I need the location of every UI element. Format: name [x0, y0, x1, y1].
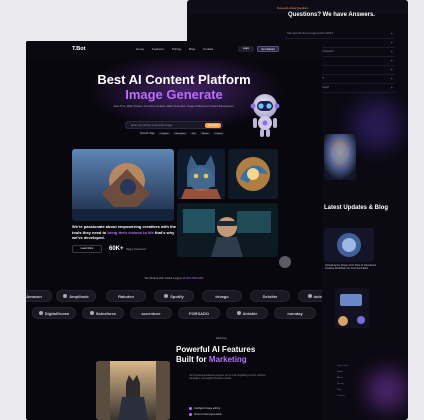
brand-logo: trivago: [202, 290, 242, 302]
trusted-brands-heading: We Worked With Global Largest 15,000+ BR…: [26, 277, 322, 280]
generate-button[interactable]: Generate: [205, 123, 221, 128]
prompt-search-bar: Enter your prompt to generate image Gene…: [125, 121, 223, 129]
features-title-line1: Powerful AI Features: [176, 345, 256, 354]
footer-link[interactable]: About: [337, 377, 343, 379]
hero-subtitle: Save Time, Write Smarter. AI Content Cre…: [113, 105, 235, 108]
landing-page-panel: T.Bot Home Features Pricing Blog Contact…: [26, 41, 322, 420]
features-title: Powerful AI Features Built for Marketing: [176, 345, 276, 365]
back-thumbnail: [324, 134, 356, 180]
faq-question: How does the Text to Image function Work…: [287, 32, 334, 35]
footer-link[interactable]: Blog: [337, 389, 341, 391]
features-image-cat-warrior: [96, 361, 170, 420]
brand-icon: [63, 294, 68, 298]
brand-icon: [164, 294, 169, 298]
blog-heading: Latest Updates & Blog: [324, 205, 389, 211]
brand-logo: FORSADO: [178, 307, 220, 319]
brand-logo: accenture: [130, 307, 172, 319]
features-description: Our AI-powered features empower you to c…: [189, 375, 266, 381]
login-button[interactable]: Login: [238, 46, 254, 52]
brand-logo: Amazon: [26, 290, 52, 302]
plus-icon: +: [390, 85, 393, 90]
features-title-accent: Marketing: [208, 355, 247, 364]
tags-label: Popular Tags:: [140, 132, 156, 135]
brand-logo: Spotify: [154, 290, 194, 302]
tag-chip[interactable]: Illustration: [173, 132, 188, 135]
footer-link[interactable]: Home: [337, 371, 343, 373]
brand-logo: monday: [274, 307, 316, 319]
trusted-text: We Worked With Global Largest: [144, 277, 183, 280]
plus-icon: +: [390, 76, 393, 81]
feature-list-item: Intelligent image editing: [189, 407, 220, 410]
background-glow: [352, 100, 402, 150]
hero-title: Best AI Content Platform: [97, 72, 251, 87]
brand-logo: dutch: [298, 290, 322, 302]
nav-link-blog[interactable]: Blog: [189, 47, 195, 51]
faq-item[interactable]: How does the Text to Image function Work…: [285, 31, 395, 39]
trusted-text-accent: 15,000+ BRANDS: [182, 277, 204, 280]
brand-logo: Salesforce: [82, 307, 124, 319]
customer-count-label: Happy Customers: [126, 248, 147, 251]
faq-heading: Questions? We have Answers.: [288, 12, 376, 18]
nav-link-home[interactable]: Home: [136, 47, 144, 51]
check-icon: [189, 407, 192, 410]
get-started-button[interactable]: Get Started: [257, 46, 279, 52]
tag-chip[interactable]: Creative: [158, 132, 171, 135]
features-label: Welcome: [216, 337, 227, 340]
tag-chip[interactable]: Portrait: [213, 132, 225, 135]
mission-text-accent: bring their visions to life: [107, 229, 154, 235]
popular-tags: Popular Tags: Creative Illustration Art …: [140, 132, 225, 135]
check-icon: [189, 413, 192, 416]
tag-chip[interactable]: Art: [190, 132, 198, 135]
back-avatars-card: [335, 288, 369, 328]
footer-link[interactable]: Contact: [337, 395, 345, 397]
brand-icon: [307, 294, 312, 298]
background-glow: [367, 370, 407, 410]
mission-statement: We're passionate about empowering creati…: [72, 224, 180, 241]
faq-label: Frequently Asked Questions: [277, 7, 309, 10]
gallery-image-cat[interactable]: [177, 149, 225, 199]
brand-logo: Airtable: [226, 307, 268, 319]
robot-mascot-image: [248, 92, 282, 138]
logo[interactable]: T.Bot: [72, 46, 85, 52]
nav-link-features[interactable]: Features: [152, 47, 164, 51]
brand-icon: [89, 311, 94, 315]
blog-card-title[interactable]: Unlocking the Power of AI: How AI Transf…: [325, 264, 385, 271]
plus-icon: +: [390, 40, 393, 45]
plus-icon: +: [390, 58, 393, 63]
brand-icon: [38, 311, 43, 315]
customer-count: 60K+: [109, 246, 124, 252]
brand-logo: Deloitte: [250, 290, 290, 302]
nav-link-pricing[interactable]: Pricing: [172, 47, 181, 51]
prompt-input[interactable]: Enter your prompt to generate image: [131, 124, 172, 127]
brand-logo: Rakuten: [106, 290, 146, 302]
brand-icon: [236, 311, 241, 315]
blog-card-image[interactable]: [324, 228, 374, 262]
gallery-image-dragon[interactable]: [228, 149, 278, 199]
gallery-image-gamer[interactable]: [177, 203, 278, 257]
footer-link: Quick Links: [337, 365, 349, 367]
features-title-line2: Built for Marketing: [176, 355, 247, 364]
plus-icon: +: [390, 31, 393, 36]
nav-links: Home Features Pricing Blog Contact: [136, 47, 213, 51]
plus-icon: +: [390, 67, 393, 72]
tag-chip[interactable]: Anime: [200, 132, 211, 135]
learn-more-button[interactable]: Learn More: [72, 245, 102, 253]
plus-icon: +: [390, 49, 393, 54]
nav-link-contact[interactable]: Contact: [203, 47, 213, 51]
scroll-indicator[interactable]: [279, 256, 291, 268]
brand-logo: Amplitude: [56, 290, 96, 302]
top-navigation: T.Bot Home Features Pricing Blog Contact…: [26, 41, 322, 59]
feature-list-item: Smart content generation: [189, 413, 222, 416]
brand-logo: DigitalOcean: [32, 307, 76, 319]
footer-link[interactable]: Pricing: [337, 383, 344, 385]
gallery-image-floating-island[interactable]: [72, 149, 174, 221]
